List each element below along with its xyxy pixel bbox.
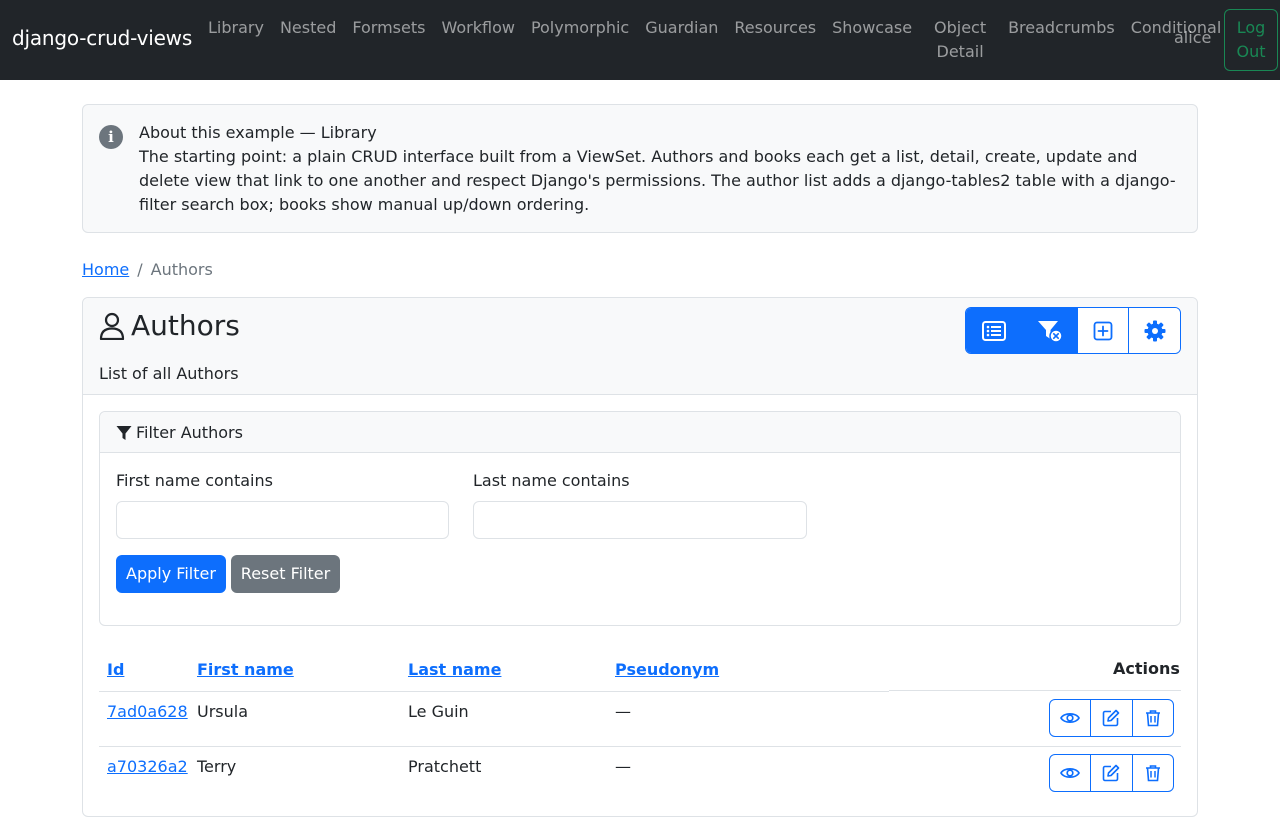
row-1-first-name: Ursula — [197, 702, 249, 721]
nav-user: alice — [1174, 28, 1212, 47]
nav-item-library[interactable]: Library — [200, 16, 272, 64]
logout-line2: Out — [1236, 42, 1266, 61]
nav-item-object-detail-line1: Object — [934, 18, 987, 37]
info-box: i About this example — Library The start… — [82, 104, 1198, 233]
trash-icon — [1145, 765, 1160, 782]
eye-icon — [1060, 713, 1081, 723]
authors-card: Authors List of all Authors Filter Autho… — [82, 297, 1198, 817]
nav-item-object-detail[interactable]: Object Detail — [928, 16, 992, 64]
row-1-last-name: Le Guin — [408, 702, 469, 721]
row-2-actions — [1049, 754, 1174, 792]
person-icon — [99, 312, 125, 340]
page-title: Authors — [131, 309, 240, 342]
clear-filter-button[interactable] — [1022, 308, 1077, 353]
info-title: About this example — Library — [139, 123, 377, 142]
row-2-pseudonym: — — [615, 757, 631, 776]
row-1-edit-button[interactable] — [1090, 700, 1131, 736]
trash-icon — [1145, 710, 1160, 727]
edit-icon — [1103, 764, 1120, 782]
nav-item-nested[interactable]: Nested — [272, 16, 344, 64]
row-1-pseudonym: — — [615, 702, 631, 721]
column-header-last-name[interactable]: Last name — [408, 659, 501, 681]
funnel-icon — [116, 426, 132, 440]
sort-last-name-link[interactable]: Last name — [408, 660, 501, 679]
row-2-last-name: Pratchett — [408, 757, 482, 776]
gear-icon — [1144, 320, 1165, 341]
row-1-delete-button[interactable] — [1131, 700, 1173, 736]
brand[interactable]: django-crud-views — [12, 26, 192, 50]
sort-pseudonym-link[interactable]: Pseudonym — [615, 660, 719, 679]
row-2-view-button[interactable] — [1050, 755, 1090, 791]
nav-item-formsets[interactable]: Formsets — [344, 16, 433, 64]
filter-header: Filter Authors — [100, 412, 1180, 453]
reset-filter-button[interactable]: Reset Filter — [231, 555, 340, 593]
nav-item-showcase[interactable]: Showcase — [824, 16, 920, 64]
last-name-input[interactable] — [473, 501, 807, 539]
breadcrumb: Home / Authors — [82, 259, 213, 281]
logout-button[interactable]: Log Out — [1224, 9, 1278, 71]
card-header: Authors List of all Authors — [83, 298, 1197, 395]
settings-button[interactable] — [1128, 308, 1180, 353]
sort-id-link[interactable]: Id — [107, 660, 124, 679]
filter-panel: Filter Authors First name contains Last … — [99, 411, 1181, 626]
toolbar — [965, 307, 1181, 354]
column-header-pseudonym[interactable]: Pseudonym — [615, 659, 719, 681]
info-icon: i — [99, 125, 123, 149]
row-1-id-link[interactable]: 7ad0a628 — [107, 701, 188, 723]
row-2-first-name: Terry — [197, 757, 237, 776]
column-header-id[interactable]: Id — [107, 659, 124, 681]
row-2-delete-button[interactable] — [1131, 755, 1173, 791]
last-name-label: Last name contains — [473, 471, 630, 490]
navbar: django-crud-views Library Nested Formset… — [0, 0, 1280, 80]
apply-filter-button[interactable]: Apply Filter — [116, 555, 226, 593]
row-1-actions — [1049, 699, 1174, 737]
column-header-actions: Actions — [1113, 659, 1180, 678]
row-1-divider — [99, 746, 1181, 747]
header-divider — [99, 691, 889, 692]
add-author-button[interactable] — [1077, 308, 1128, 353]
filter-title: Filter Authors — [136, 423, 243, 442]
column-header-first-name[interactable]: First name — [197, 659, 294, 681]
eye-icon — [1060, 768, 1081, 778]
nav-item-breadcrumbs[interactable]: Breadcrumbs — [1000, 16, 1123, 64]
page-subtitle: List of all Authors — [99, 364, 239, 383]
row-2-edit-button[interactable] — [1090, 755, 1131, 791]
row-2-id-link[interactable]: a70326a2 — [107, 756, 188, 778]
breadcrumb-current: Authors — [150, 260, 213, 279]
row-1-view-button[interactable] — [1050, 700, 1090, 736]
nav-item-object-detail-line2: Detail — [936, 42, 984, 61]
nav-item-guardian[interactable]: Guardian — [637, 16, 726, 64]
info-text: The starting point: a plain CRUD interfa… — [139, 147, 1176, 214]
filter-clear-icon — [1037, 320, 1063, 343]
nav-item-resources[interactable]: Resources — [726, 16, 824, 64]
plus-square-icon — [1093, 321, 1113, 340]
sort-first-name-link[interactable]: First name — [197, 660, 294, 679]
header-divider-actions — [889, 690, 1181, 691]
first-name-input[interactable] — [116, 501, 449, 539]
nav-item-workflow[interactable]: Workflow — [433, 16, 522, 64]
breadcrumb-home[interactable]: Home — [82, 259, 129, 281]
list-view-button[interactable] — [966, 308, 1022, 353]
first-name-label: First name contains — [116, 471, 273, 490]
edit-icon — [1103, 709, 1120, 727]
nav-items: Library Nested Formsets Workflow Polymor… — [200, 16, 1229, 64]
logout-line1: Log — [1236, 18, 1266, 37]
nav-item-polymorphic[interactable]: Polymorphic — [523, 16, 637, 64]
breadcrumb-separator: / — [137, 260, 143, 279]
list-icon — [982, 320, 1006, 341]
